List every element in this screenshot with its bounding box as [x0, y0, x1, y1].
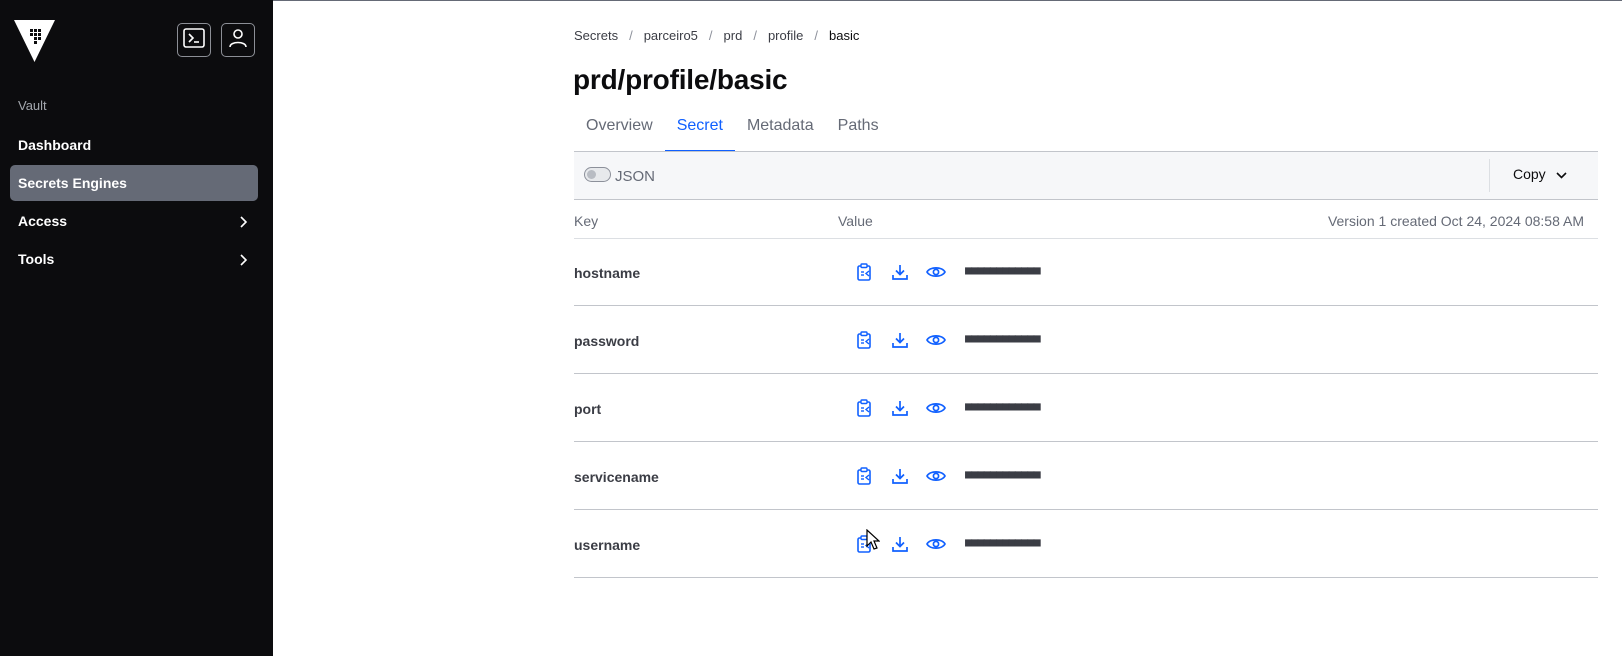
download-icon[interactable]: [890, 534, 910, 554]
eye-icon[interactable]: [926, 534, 946, 554]
user-menu-button[interactable]: [221, 23, 255, 57]
secret-key: hostname: [574, 265, 641, 281]
eye-icon[interactable]: [926, 330, 946, 350]
toolbar-divider: [1489, 159, 1490, 192]
download-icon[interactable]: [890, 262, 910, 282]
vault-logo-icon[interactable]: [14, 20, 55, 62]
table-row: port ■■■■■■■■■■■■: [574, 374, 1598, 442]
sidebar-item-access[interactable]: Access: [10, 203, 258, 239]
masked-value: ■■■■■■■■■■■■: [965, 535, 1041, 549]
copy-icon[interactable]: [854, 262, 874, 282]
eye-icon[interactable]: [926, 466, 946, 486]
mouse-cursor-icon: [866, 528, 881, 556]
download-icon[interactable]: [890, 466, 910, 486]
sidebar-section-label: Vault: [18, 98, 47, 113]
masked-value: ■■■■■■■■■■■■: [965, 399, 1041, 413]
masked-value: ■■■■■■■■■■■■: [965, 467, 1041, 481]
breadcrumb-secrets[interactable]: Secrets: [574, 28, 618, 43]
table-row: servicename ■■■■■■■■■■■■: [574, 442, 1598, 510]
eye-icon[interactable]: [926, 398, 946, 418]
chevron-right-icon: [240, 253, 248, 269]
copy-icon[interactable]: [854, 466, 874, 486]
copy-icon[interactable]: [854, 398, 874, 418]
secret-key: servicename: [574, 469, 659, 485]
sidebar-item-label: Dashboard: [18, 137, 92, 153]
sidebar: Vault Dashboard Secrets Engines Access T…: [0, 0, 273, 656]
copy-label: Copy: [1513, 166, 1546, 182]
sidebar-item-label: Tools: [18, 251, 55, 267]
top-divider: [273, 0, 1622, 1]
column-header-key: Key: [574, 213, 599, 229]
version-info: Version 1 created Oct 24, 2024 08:58 AM: [1327, 213, 1584, 229]
breadcrumb-basic: basic: [829, 28, 860, 43]
sidebar-item-dashboard[interactable]: Dashboard: [10, 127, 258, 163]
breadcrumb: Secrets / parceiro5 / prd / profile / ba…: [574, 28, 859, 43]
column-header-value: Value: [838, 213, 873, 229]
table-header: Key Value Version 1 created Oct 24, 2024…: [574, 200, 1598, 239]
breadcrumb-parceiro5[interactable]: parceiro5: [644, 28, 698, 43]
secret-key: password: [574, 333, 640, 349]
secret-rows: hostname ■■■■■■■■■■■■ password ■■■■■■■■■…: [574, 238, 1598, 578]
json-toggle[interactable]: [584, 167, 611, 182]
secret-toolbar: JSON Copy: [574, 151, 1598, 200]
copy-dropdown-button[interactable]: Copy: [1513, 166, 1567, 182]
json-toggle-label: JSON: [615, 168, 656, 185]
secret-key: port: [574, 401, 602, 417]
sidebar-item-label: Secrets Engines: [18, 175, 127, 191]
secret-key: username: [574, 537, 641, 553]
sidebar-item-tools[interactable]: Tools: [10, 241, 258, 277]
breadcrumb-separator: /: [753, 28, 757, 43]
breadcrumb-separator: /: [708, 28, 713, 43]
breadcrumb-prd[interactable]: prd: [724, 28, 743, 43]
masked-value: ■■■■■■■■■■■■: [965, 263, 1041, 277]
masked-value: ■■■■■■■■■■■■: [965, 331, 1041, 345]
tab-secret[interactable]: Secret: [664, 114, 736, 152]
tab-paths[interactable]: Paths: [826, 114, 891, 152]
table-row: hostname ■■■■■■■■■■■■: [574, 238, 1598, 306]
console-button[interactable]: [177, 23, 211, 57]
breadcrumb-profile[interactable]: profile: [768, 28, 803, 43]
table-row: password ■■■■■■■■■■■■: [574, 306, 1598, 374]
tab-overview[interactable]: Overview: [574, 114, 665, 152]
tab-metadata[interactable]: Metadata: [735, 114, 826, 152]
sidebar-item-secrets-engines[interactable]: Secrets Engines: [10, 165, 258, 201]
breadcrumb-separator: /: [814, 28, 818, 43]
copy-icon[interactable]: [854, 330, 874, 350]
tab-bar: Overview Secret Metadata Paths: [574, 114, 891, 152]
user-icon: [228, 28, 248, 53]
chevron-right-icon: [240, 215, 248, 231]
download-icon[interactable]: [890, 398, 910, 418]
sidebar-item-label: Access: [18, 213, 68, 229]
table-row: username ■■■■■■■■■■■■: [574, 510, 1598, 578]
page-title: prd/profile/basic: [573, 64, 788, 95]
chevron-down-icon: [1556, 166, 1567, 182]
toggle-knob: [587, 170, 596, 179]
terminal-icon: [183, 27, 205, 53]
download-icon[interactable]: [890, 330, 910, 350]
eye-icon[interactable]: [926, 262, 946, 282]
breadcrumb-separator: /: [629, 28, 633, 43]
